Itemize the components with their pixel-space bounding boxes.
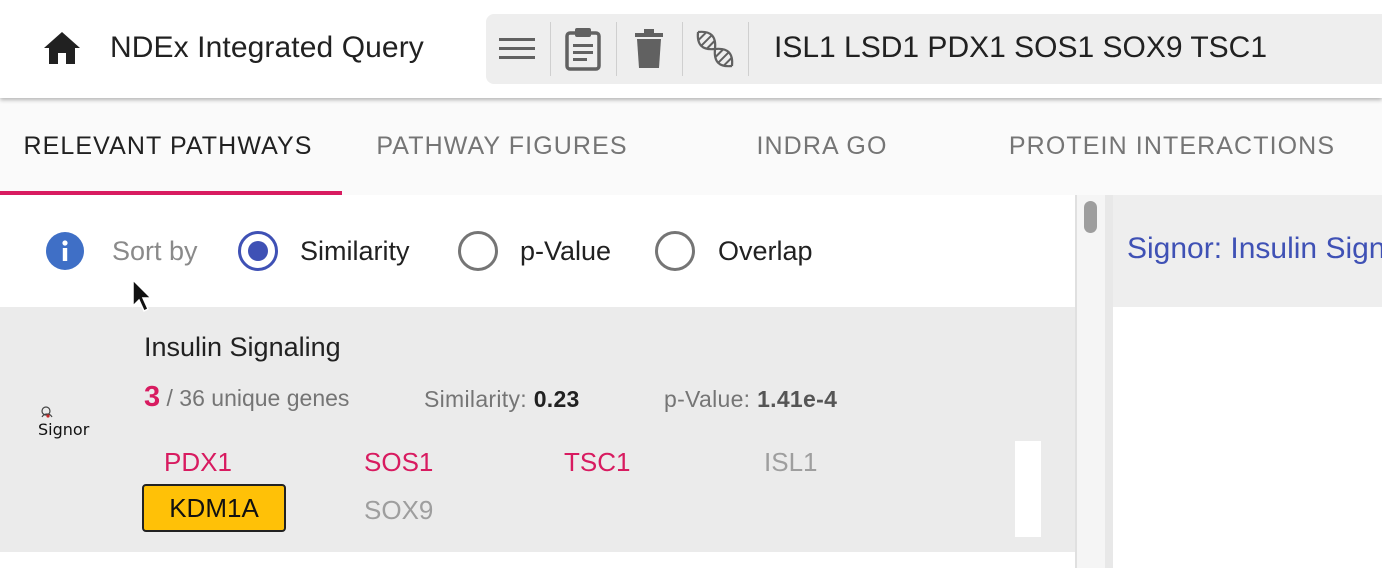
gene-tsc1[interactable]: TSC1 <box>564 447 630 478</box>
app-header: NDEx Integrated Query ISL1 LSD1 PDX1 SOS… <box>0 0 1382 98</box>
signor-logo-text: Signor <box>38 420 90 439</box>
dna-icon <box>696 30 734 68</box>
unique-genes-text: / 36 unique genes <box>166 385 350 411</box>
similarity-stat: Similarity: 0.23 <box>424 386 580 413</box>
menu-button[interactable] <box>487 20 547 78</box>
results-scrollbar[interactable] <box>1077 195 1105 568</box>
gene-sox9[interactable]: SOX9 <box>364 495 433 526</box>
sort-by-label: Sort by <box>112 236 198 266</box>
delete-icon <box>635 29 663 68</box>
network-viewer-panel: Signor: Insulin Signaling <box>1113 195 1382 568</box>
p-value-value: 1.41e-4 <box>757 386 838 412</box>
toolbar-divider <box>748 22 749 76</box>
pathway-result-item[interactable]: Signor Insulin Signaling 3 / 36 unique g… <box>0 307 1076 552</box>
radio-overlap-label[interactable]: Overlap <box>718 236 813 267</box>
network-title[interactable]: Signor: Insulin Signaling <box>1127 232 1382 266</box>
app-title: NDEx Integrated Query <box>110 31 424 64</box>
gene-list-scrollbar[interactable] <box>1015 441 1041 537</box>
network-header: Signor: Insulin Signaling <box>1113 195 1382 307</box>
gene-sos1[interactable]: SOS1 <box>364 447 433 478</box>
clipboard-icon <box>565 28 601 71</box>
pathway-title: Insulin Signaling <box>144 332 341 362</box>
pathway-results-panel: Sort by Similarity p-Value Overlap Signo… <box>0 195 1076 568</box>
copy-button[interactable] <box>553 20 613 78</box>
radio-similarity-label[interactable]: Similarity <box>300 236 410 267</box>
gene-count-line: 3 / 36 unique genes <box>144 381 349 414</box>
tab-protein-interactions[interactable]: PROTEIN INTERACTIONS <box>990 98 1354 195</box>
scrollbar-thumb[interactable] <box>1084 201 1097 233</box>
info-icon[interactable] <box>46 232 84 270</box>
toolbar-divider <box>550 22 551 76</box>
query-toolbar: ISL1 LSD1 PDX1 SOS1 SOX9 TSC1 <box>486 14 1382 84</box>
home-icon[interactable] <box>42 30 82 66</box>
gene-pdx1[interactable]: PDX1 <box>164 447 232 478</box>
tab-indra-go[interactable]: INDRA GO <box>690 98 954 195</box>
gene-kdm1a-chip[interactable]: KDM1A <box>142 484 286 532</box>
sort-bar: Sort by Similarity p-Value Overlap <box>0 195 1076 307</box>
splitter-handle[interactable] <box>1105 195 1113 568</box>
similarity-label: Similarity: <box>424 386 527 412</box>
tab-pathway-figures[interactable]: PATHWAY FIGURES <box>346 98 658 195</box>
tab-bar: RELEVANT PATHWAYS PATHWAY FIGURES INDRA … <box>0 98 1382 195</box>
gene-isl1[interactable]: ISL1 <box>764 447 818 478</box>
similarity-value: 0.23 <box>533 386 580 412</box>
toolbar-divider <box>682 22 683 76</box>
gene-lookup-button[interactable] <box>685 20 745 78</box>
p-value-stat: p-Value: 1.41e-4 <box>664 386 837 413</box>
radio-p-value-label[interactable]: p-Value <box>520 236 611 267</box>
radio-p-value[interactable] <box>458 231 498 271</box>
radio-similarity[interactable] <box>238 231 278 271</box>
radio-overlap[interactable] <box>655 231 695 271</box>
delete-button[interactable] <box>619 20 679 78</box>
mouse-cursor-icon <box>132 278 153 313</box>
menu-icon <box>499 38 535 59</box>
query-genes-text[interactable]: ISL1 LSD1 PDX1 SOS1 SOX9 TSC1 <box>774 31 1267 65</box>
tab-relevant-pathways[interactable]: RELEVANT PATHWAYS <box>0 98 336 195</box>
toolbar-divider <box>616 22 617 76</box>
hit-count: 3 <box>144 381 161 413</box>
p-value-label: p-Value: <box>664 386 751 412</box>
app-root: NDEx Integrated Query ISL1 LSD1 PDX1 SOS… <box>0 0 1382 568</box>
